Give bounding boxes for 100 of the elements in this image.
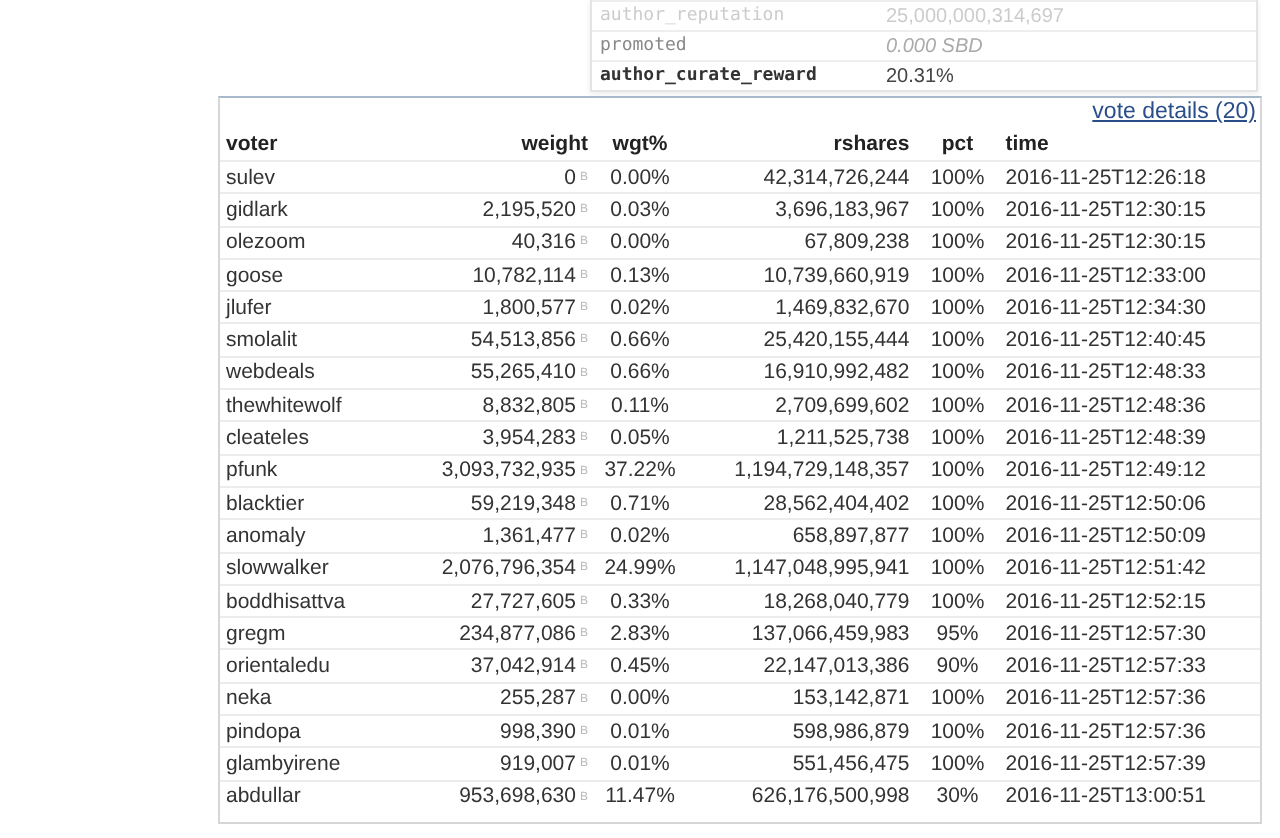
rshares-cell: 1,147,048,995,941 [686,552,916,585]
rshares-cell: 1,469,832,670 [686,291,916,324]
pct-cell: 100% [915,421,1000,455]
voter-cell: jlufer [220,291,422,324]
rshares-cell: 3,696,183,967 [686,193,916,227]
pct-cell: 100% [915,584,1000,618]
voter-cell: abdullar [220,780,422,812]
weight-percent-cell: 0.02% [594,519,686,553]
voter-cell: gregm [220,617,422,650]
time-cell: 2016-11-25T12:40:45 [999,323,1260,357]
weight-percent-cell: 0.66% [594,356,686,390]
rshares-cell: 28,562,404,402 [686,486,916,520]
rshares-cell: 22,147,013,386 [686,649,916,683]
time-cell: 2016-11-25T12:30:15 [999,226,1260,259]
weight-percent-cell: 0.01% [594,747,686,781]
time-cell: 2016-11-25T12:57:36 [999,682,1260,716]
voter-cell: boddhisattva [220,584,422,618]
voter-cell: anomaly [220,519,422,553]
column-header: wgt% [594,128,686,161]
weight-percent-cell: 11.47% [594,780,686,812]
time-cell: 2016-11-25T12:50:09 [999,519,1260,553]
property-key: promoted [592,36,886,56]
time-cell: 2016-11-25T12:26:18 [999,161,1260,194]
pct-cell: 100% [915,193,1000,227]
rshares-cell: 1,211,525,738 [686,421,916,455]
voter-cell: blacktier [220,486,422,520]
rshares-cell: 25,420,155,444 [686,323,916,357]
time-cell: 2016-11-25T12:57:39 [999,747,1260,781]
column-header: rshares [686,128,916,161]
time-cell: 2016-11-25T12:49:12 [999,454,1260,487]
vote-details-link[interactable]: vote details (20) [1092,98,1260,126]
rshares-cell: 1,194,729,148,357 [686,454,916,487]
time-cell: 2016-11-25T12:57:30 [999,617,1260,650]
pct-cell: 100% [915,454,1000,487]
time-cell: 2016-11-25T12:48:39 [999,421,1260,455]
voter-cell: olezoom [220,226,422,259]
property-value: 0.000 SBD [886,35,985,57]
rshares-cell: 626,176,500,998 [686,780,916,812]
weight-percent-cell: 0.03% [594,193,686,227]
voter-cell: cleateles [220,421,422,455]
rshares-cell: 153,142,871 [686,682,916,716]
weight-percent-cell: 0.33% [594,584,686,618]
weight-percent-cell: 0.01% [594,715,686,748]
rshares-cell: 18,268,040,779 [686,584,916,618]
pct-cell: 100% [915,291,1000,324]
voter-cell: glambyirene [220,747,422,781]
weight-percent-cell: 37.22% [594,454,686,487]
weight-percent-cell: 0.13% [594,258,686,292]
voter-cell: goose [220,258,422,292]
voter-cell: sulev [220,161,422,194]
rshares-cell: 16,910,992,482 [686,356,916,390]
voter-cell: pindopa [220,715,422,748]
weight-percent-cell: 0.00% [594,161,686,194]
pct-cell: 100% [915,258,1000,292]
column-header: pct [915,128,1000,161]
rshares-cell: 10,739,660,919 [686,258,916,292]
property-value: 20.31% [886,65,956,87]
pct-cell: 100% [915,486,1000,520]
pct-cell: 100% [915,552,1000,585]
rshares-cell: 658,897,877 [686,519,916,553]
weight-percent-cell: 0.00% [594,682,686,716]
weight-percent-cell: 0.71% [594,486,686,520]
weight-percent-cell: 0.66% [594,323,686,357]
weight-percent-cell: 0.05% [594,421,686,455]
pct-cell: 100% [915,323,1000,357]
property-key: author_curate_reward [592,66,886,86]
voter-cell: neka [220,682,422,716]
time-cell: 2016-11-25T12:48:33 [999,356,1260,390]
pct-cell: 100% [915,356,1000,390]
time-cell: 2016-11-25T12:30:15 [999,193,1260,227]
rshares-cell: 42,314,726,244 [686,161,916,194]
pct-cell: 30% [915,780,1000,812]
voter-cell: pfunk [220,454,422,487]
time-cell: 2016-11-25T13:00:51 [999,780,1260,812]
pct-cell: 95% [915,617,1000,650]
rshares-cell: 551,456,475 [686,747,916,781]
voter-cell: webdeals [220,356,422,390]
rshares-cell: 137,066,459,983 [686,617,916,650]
column-header: voter [220,128,422,161]
weight-percent-cell: 0.11% [594,389,686,422]
time-cell: 2016-11-25T12:33:00 [999,258,1260,292]
column-header: time [999,128,1260,161]
pct-cell: 90% [915,649,1000,683]
weight-percent-cell: 24.99% [594,552,686,585]
pct-cell: 100% [915,226,1000,259]
weight-percent-cell: 2.83% [594,617,686,650]
rshares-cell: 598,986,879 [686,715,916,748]
time-cell: 2016-11-25T12:48:36 [999,389,1260,422]
time-cell: 2016-11-25T12:51:42 [999,552,1260,585]
weight-percent-cell: 0.02% [594,291,686,324]
voter-cell: orientaledu [220,649,422,683]
pct-cell: 100% [915,715,1000,748]
weight-percent-cell: 0.00% [594,226,686,259]
pct-cell: 100% [915,161,1000,194]
time-cell: 2016-11-25T12:50:06 [999,486,1260,520]
rshares-cell: 2,709,699,602 [686,389,916,422]
voter-cell: smolalit [220,323,422,357]
weight-percent-cell: 0.45% [594,649,686,683]
voter-cell: thewhitewolf [220,389,422,422]
time-cell: 2016-11-25T12:57:33 [999,649,1260,683]
